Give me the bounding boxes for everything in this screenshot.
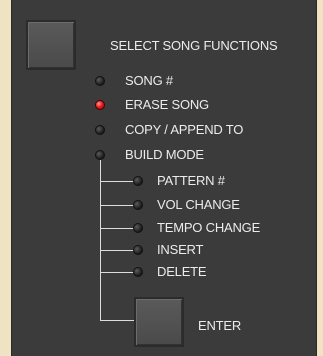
enter-label: ENTER [198, 318, 242, 333]
panel-title: SELECT SONG FUNCTIONS [110, 38, 278, 53]
enter-button[interactable] [134, 297, 184, 347]
copy-append-led[interactable] [95, 125, 105, 135]
pattern-number-label: PATTERN # [157, 173, 225, 188]
tempo-change-label: TEMPO CHANGE [157, 220, 261, 235]
erase-song-led[interactable] [95, 100, 105, 110]
erase-song-label: ERASE SONG [125, 97, 209, 112]
song-number-label: SONG # [125, 73, 173, 88]
pattern-number-led[interactable] [133, 176, 143, 186]
insert-led[interactable] [133, 245, 143, 255]
delete-led[interactable] [133, 267, 143, 277]
tree-branch-line [100, 320, 134, 321]
select-song-functions-button[interactable] [26, 20, 76, 70]
song-number-led[interactable] [95, 76, 105, 86]
build-mode-led[interactable] [95, 150, 105, 160]
insert-label: INSERT [157, 242, 204, 257]
build-mode-label: BUILD MODE [125, 147, 204, 162]
tree-branch-line [100, 250, 134, 251]
tree-branch-line [100, 272, 134, 273]
vol-change-label: VOL CHANGE [157, 197, 240, 212]
copy-append-label: COPY / APPEND TO [125, 122, 244, 137]
tree-branch-line [100, 181, 134, 182]
build-mode-tree-line [100, 160, 101, 320]
delete-label: DELETE [157, 264, 207, 279]
tree-branch-line [100, 205, 134, 206]
tree-branch-line [100, 228, 134, 229]
vol-change-led[interactable] [133, 200, 143, 210]
tempo-change-led[interactable] [133, 223, 143, 233]
song-functions-panel: SELECT SONG FUNCTIONS SONG # ERASE SONG … [11, 0, 317, 356]
